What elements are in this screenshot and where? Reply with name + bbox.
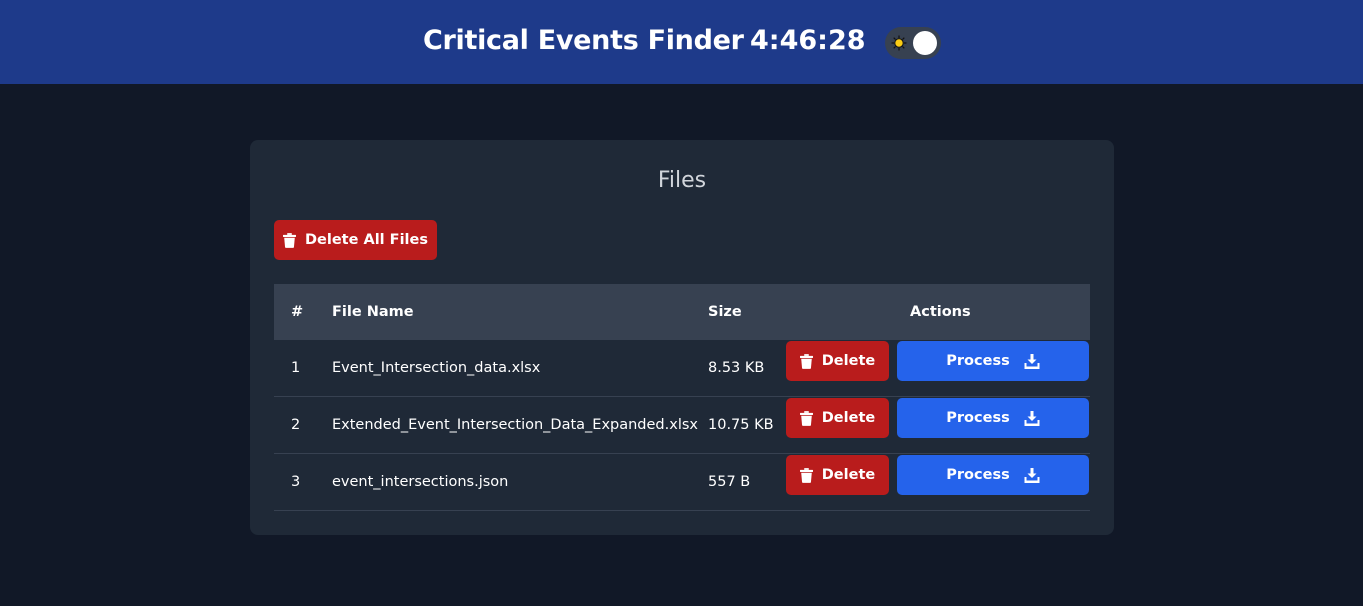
table-row: 3 event_intersections.json 557 B Delete … [274,454,1090,511]
file-name: event_intersections.json [332,474,509,490]
trash-icon [799,467,813,483]
process-file-button[interactable]: Process [897,398,1089,438]
delete-file-button[interactable]: Delete [786,398,889,438]
delete-file-button[interactable]: Delete [786,455,889,495]
trash-icon [282,232,296,248]
table-header: # File Name Size Actions [274,284,1090,340]
table-row: 2 Extended_Event_Intersection_Data_Expan… [274,397,1090,454]
delete-label: Delete [821,467,876,483]
download-icon [1024,353,1040,369]
panel-title: Files [657,168,707,193]
file-name: Event_Intersection_data.xlsx [332,360,541,376]
column-header-index: # [291,304,304,320]
file-size: 557 B [708,474,751,490]
delete-file-button[interactable]: Delete [786,341,889,381]
row-index: 3 [291,474,301,490]
sun-icon [891,35,907,51]
theme-toggle[interactable] [885,27,941,59]
column-header-actions: Actions [910,304,971,320]
process-label: Process [946,410,1010,426]
download-icon [1024,410,1040,426]
process-label: Process [946,353,1010,369]
column-header-size: Size [708,304,742,320]
clock: 4:46:28 [750,25,866,56]
app-title: Critical Events Finder [423,25,744,56]
trash-icon [799,410,813,426]
files-card: Files Delete All Files # File Name Size … [250,140,1114,535]
row-index: 1 [291,360,301,376]
process-label: Process [946,467,1010,483]
row-index: 2 [291,417,301,433]
delete-label: Delete [821,353,876,369]
download-icon [1024,467,1040,483]
file-name: Extended_Event_Intersection_Data_Expande… [332,417,698,433]
column-header-file-name: File Name [332,304,414,320]
file-size: 8.53 KB [708,360,765,376]
process-file-button[interactable]: Process [897,341,1089,381]
process-file-button[interactable]: Process [897,455,1089,495]
delete-all-files-button[interactable]: Delete All Files [274,220,437,260]
delete-label: Delete [821,410,876,426]
table-row: 1 Event_Intersection_data.xlsx 8.53 KB D… [274,340,1090,397]
app-header: Critical Events Finder 4:46:28 [0,0,1363,84]
delete-all-label: Delete All Files [304,232,428,248]
toggle-knob [913,31,937,55]
file-size: 10.75 KB [708,417,774,433]
trash-icon [799,353,813,369]
